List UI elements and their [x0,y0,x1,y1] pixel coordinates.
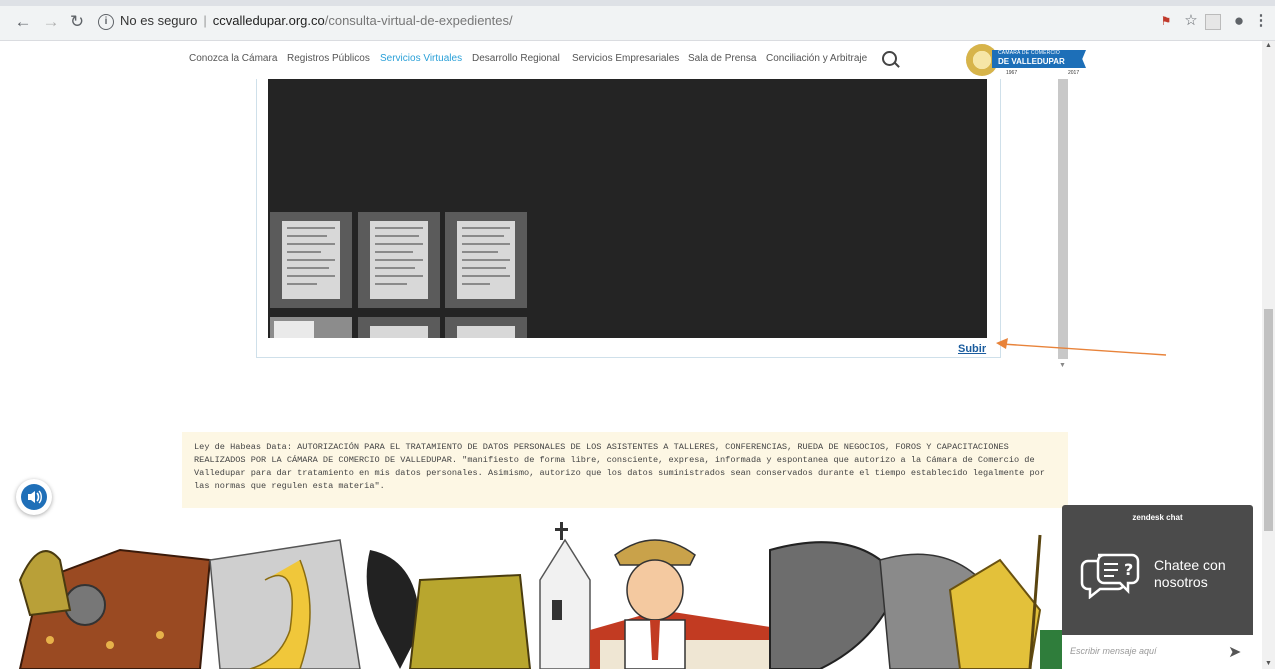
scrollbar-thumb[interactable] [1264,309,1273,531]
chat-message-input[interactable]: Escribir mensaje aquí ➤ [1062,635,1253,669]
subir-link[interactable]: Subir [958,343,986,355]
logo[interactable]: CÁMARA DE COMERCIO DE VALLEDUPAR 1967 20… [966,44,1090,76]
nav-item-desarrollo[interactable]: Desarrollo Regional [472,53,560,64]
url-host: ccvalledupar.org.co [212,13,325,28]
forward-icon[interactable]: → [42,13,60,31]
chat-bubble-icon: ? [1080,553,1140,599]
security-label: No es seguro [120,13,198,28]
document-thumbnail[interactable] [270,212,352,308]
document-thumbnail[interactable] [358,317,440,338]
nav-item-registros[interactable]: Registros Públicos [287,53,370,64]
annotation-arrow [996,338,1167,356]
speaker-icon [21,484,47,510]
blocked-popup-icon[interactable]: ⚑ [1157,12,1175,30]
url-path: /consulta-virtual-de-expedientes/ [324,13,513,28]
scroll-up-icon[interactable]: ▲ [1265,42,1272,49]
site-header: Conozca la Cámara Registros Públicos Ser… [0,41,1262,79]
browser-toolbar: ← → ↻ i No es seguro | ccvalledupar.org.co/… [0,0,1275,41]
send-icon[interactable]: ➤ [1228,642,1241,662]
address-bar[interactable]: i No es seguro | ccvalledupar.org.co/consul… [98,10,1108,32]
viewer-scrollbar[interactable]: ▼ [1058,79,1068,373]
audio-reader-button[interactable] [16,479,52,515]
chat-brand: zendesk chat [1132,513,1183,522]
search-icon[interactable] [882,51,897,66]
page-scrollbar[interactable]: ▲ ▼ [1262,41,1275,669]
document-thumbnail[interactable] [358,212,440,308]
star-icon[interactable]: ☆ [1182,12,1200,30]
document-thumbnail[interactable] [270,317,352,338]
nav-item-servicios-virtuales[interactable]: Servicios Virtuales [380,53,462,64]
nav-item-conozca[interactable]: Conozca la Cámara [189,53,277,64]
reload-icon[interactable]: ↻ [68,13,86,31]
document-thumbnail[interactable] [445,212,527,308]
nav-item-servicios-empresariales[interactable]: Servicios Empresariales [572,53,679,64]
back-icon[interactable]: ← [14,13,32,31]
nav-item-conciliacion[interactable]: Conciliación y Arbitraje [766,53,867,64]
extension-icon[interactable] [1205,14,1221,30]
info-icon[interactable]: i [98,13,114,30]
document-thumbnail[interactable] [445,317,527,338]
tab-strip [0,0,1275,6]
chat-widget[interactable]: zendesk chat ? Chatee con nosotros Escri… [1062,505,1253,669]
chat-placeholder: Escribir mensaje aquí [1070,646,1157,656]
chat-cta[interactable]: Chatee con nosotros [1154,557,1244,591]
scroll-down-icon[interactable]: ▼ [1059,362,1066,369]
nav-item-sala-prensa[interactable]: Sala de Prensa [688,53,756,64]
account-icon[interactable]: ● [1230,12,1248,30]
menu-icon[interactable]: ⋮ [1252,12,1270,30]
habeas-data-notice: Ley de Habeas Data: AUTORIZACIÓN PARA EL… [182,432,1068,508]
svg-text:?: ? [1124,560,1133,579]
scroll-down-icon[interactable]: ▼ [1265,660,1272,667]
document-viewer[interactable] [268,79,987,338]
